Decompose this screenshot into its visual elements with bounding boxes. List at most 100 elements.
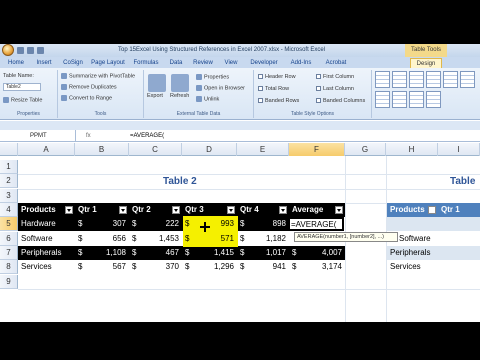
tab-design[interactable]: Design bbox=[410, 58, 442, 68]
row-header[interactable]: 4 bbox=[0, 203, 18, 217]
resize-table-button[interactable]: Resize Table bbox=[3, 97, 42, 104]
first-column-checkbox[interactable]: First Column bbox=[316, 74, 354, 81]
filter-dropdown-icon[interactable] bbox=[279, 206, 287, 214]
value-cell[interactable]: $567 bbox=[75, 260, 129, 274]
product-cell[interactable]: Services bbox=[18, 260, 75, 274]
header-row-checkbox[interactable]: Header Row bbox=[258, 74, 296, 81]
table-header-cell[interactable]: Average bbox=[289, 203, 345, 217]
table-style-swatch[interactable] bbox=[375, 71, 390, 88]
active-cell[interactable]: =AVERAGE( bbox=[288, 217, 344, 231]
column-header[interactable]: D bbox=[182, 143, 237, 156]
right-table-product-cell[interactable]: Services bbox=[387, 260, 438, 274]
value-cell[interactable]: $222 bbox=[129, 217, 182, 231]
column-header[interactable]: G bbox=[345, 143, 386, 156]
table-header-cell[interactable]: Qtr 4 bbox=[237, 203, 289, 217]
table-header-cell[interactable]: Products bbox=[18, 203, 75, 217]
value-cell[interactable]: $898 bbox=[237, 217, 289, 231]
column-header[interactable]: A bbox=[18, 143, 75, 156]
right-table-header-cell[interactable]: Qtr 1 bbox=[438, 203, 480, 217]
filter-dropdown-icon[interactable] bbox=[65, 206, 73, 214]
row-header[interactable]: 8 bbox=[0, 260, 18, 274]
ext-properties-button[interactable]: Properties bbox=[196, 74, 229, 81]
tab-cosign[interactable]: CoSign bbox=[60, 58, 86, 68]
office-button[interactable] bbox=[2, 44, 14, 56]
table-style-swatch[interactable] bbox=[409, 91, 424, 108]
tab-acrobat[interactable]: Acrobat bbox=[322, 58, 350, 68]
value-cell[interactable]: $1,108 bbox=[75, 246, 129, 260]
value-cell[interactable]: $1,415 bbox=[182, 246, 237, 260]
table-style-swatch[interactable] bbox=[460, 71, 475, 88]
remove-duplicates-button[interactable]: Remove Duplicates bbox=[61, 84, 117, 91]
table-style-swatch[interactable] bbox=[409, 71, 424, 88]
undo-icon[interactable] bbox=[27, 47, 34, 54]
tab-review[interactable]: Review bbox=[190, 58, 216, 68]
value-cell[interactable]: $307 bbox=[75, 217, 129, 231]
row-header[interactable]: 9 bbox=[0, 275, 18, 289]
column-header[interactable]: I bbox=[438, 143, 480, 156]
filter-dropdown-icon[interactable] bbox=[227, 206, 235, 214]
unlink-button[interactable]: Unlink bbox=[196, 96, 219, 103]
table-header-cell[interactable]: Qtr 1 bbox=[75, 203, 129, 217]
value-cell[interactable]: $467 bbox=[129, 246, 182, 260]
product-cell[interactable]: Hardware bbox=[18, 217, 75, 231]
value-cell[interactable]: $941 bbox=[237, 260, 289, 274]
save-icon[interactable] bbox=[17, 47, 24, 54]
table-style-swatch[interactable] bbox=[392, 91, 407, 108]
value-cell[interactable]: $370 bbox=[129, 260, 182, 274]
table-name-input[interactable]: Table2 bbox=[3, 83, 41, 91]
tab-home[interactable]: Home bbox=[4, 58, 28, 68]
tab-view[interactable]: View bbox=[221, 58, 241, 68]
product-cell[interactable]: Software bbox=[18, 232, 75, 246]
filter-dropdown-icon[interactable] bbox=[119, 206, 127, 214]
filter-dropdown-icon[interactable] bbox=[335, 206, 343, 214]
fx-icon[interactable]: fx bbox=[86, 130, 91, 142]
refresh-button[interactable]: Refresh bbox=[170, 93, 189, 100]
column-header[interactable]: C bbox=[129, 143, 182, 156]
table-style-swatch[interactable] bbox=[426, 71, 441, 88]
row-header[interactable]: 1 bbox=[0, 160, 18, 174]
row-header[interactable]: 2 bbox=[0, 174, 18, 188]
right-table-product-cell[interactable]: Software bbox=[387, 232, 438, 246]
total-row-checkbox[interactable]: Total Row bbox=[258, 86, 289, 93]
table-header-cell[interactable]: Qtr 3 bbox=[182, 203, 237, 217]
table-style-swatch[interactable] bbox=[426, 91, 441, 108]
banded-columns-checkbox[interactable]: Banded Columns bbox=[316, 98, 365, 105]
row-header[interactable]: 5 bbox=[0, 217, 18, 231]
column-header[interactable]: B bbox=[75, 143, 129, 156]
tab-developer[interactable]: Developer bbox=[246, 58, 282, 68]
row-header[interactable]: 3 bbox=[0, 189, 18, 203]
select-all-corner[interactable] bbox=[0, 143, 18, 156]
column-header[interactable]: H bbox=[386, 143, 438, 156]
last-column-checkbox[interactable]: Last Column bbox=[316, 86, 354, 93]
table-style-swatch[interactable] bbox=[443, 71, 458, 88]
tab-add-ins[interactable]: Add-Ins bbox=[287, 58, 315, 68]
value-cell[interactable]: $1,453 bbox=[129, 232, 182, 246]
open-in-browser-button[interactable]: Open in Browser bbox=[196, 85, 245, 92]
table-style-swatch[interactable] bbox=[392, 71, 407, 88]
value-cell[interactable]: $1,296 bbox=[182, 260, 237, 274]
tab-insert[interactable]: Insert bbox=[32, 58, 56, 68]
banded-rows-checkbox[interactable]: Banded Rows bbox=[258, 98, 299, 105]
filter-dropdown-icon[interactable] bbox=[172, 206, 180, 214]
row-header[interactable]: 7 bbox=[0, 246, 18, 260]
column-header[interactable]: E bbox=[237, 143, 289, 156]
value-cell[interactable]: $1,182 bbox=[237, 232, 289, 246]
value-cell[interactable]: $1,017 bbox=[237, 246, 289, 260]
column-header[interactable]: F bbox=[289, 143, 345, 156]
convert-to-range-button[interactable]: Convert to Range bbox=[61, 95, 112, 102]
filter-dropdown-icon[interactable] bbox=[428, 206, 436, 214]
table-style-swatch[interactable] bbox=[375, 91, 390, 108]
tab-data[interactable]: Data bbox=[166, 58, 186, 68]
redo-icon[interactable] bbox=[37, 47, 44, 54]
export-button[interactable]: Export bbox=[147, 93, 163, 100]
formula-input[interactable]: =AVERAGE( bbox=[130, 130, 164, 142]
tab-page-layout[interactable]: Page Layout bbox=[89, 58, 127, 68]
right-table-header-cell[interactable]: Products bbox=[387, 203, 438, 217]
value-cell[interactable]: $656 bbox=[75, 232, 129, 246]
name-box[interactable]: PPMT bbox=[0, 130, 76, 142]
product-cell[interactable]: Peripherals bbox=[18, 246, 75, 260]
refresh-icon[interactable] bbox=[171, 74, 189, 92]
row-header[interactable]: 6 bbox=[0, 232, 18, 246]
average-cell[interactable]: $4,007 bbox=[289, 246, 345, 260]
right-table-product-cell[interactable]: Peripherals bbox=[387, 246, 438, 260]
